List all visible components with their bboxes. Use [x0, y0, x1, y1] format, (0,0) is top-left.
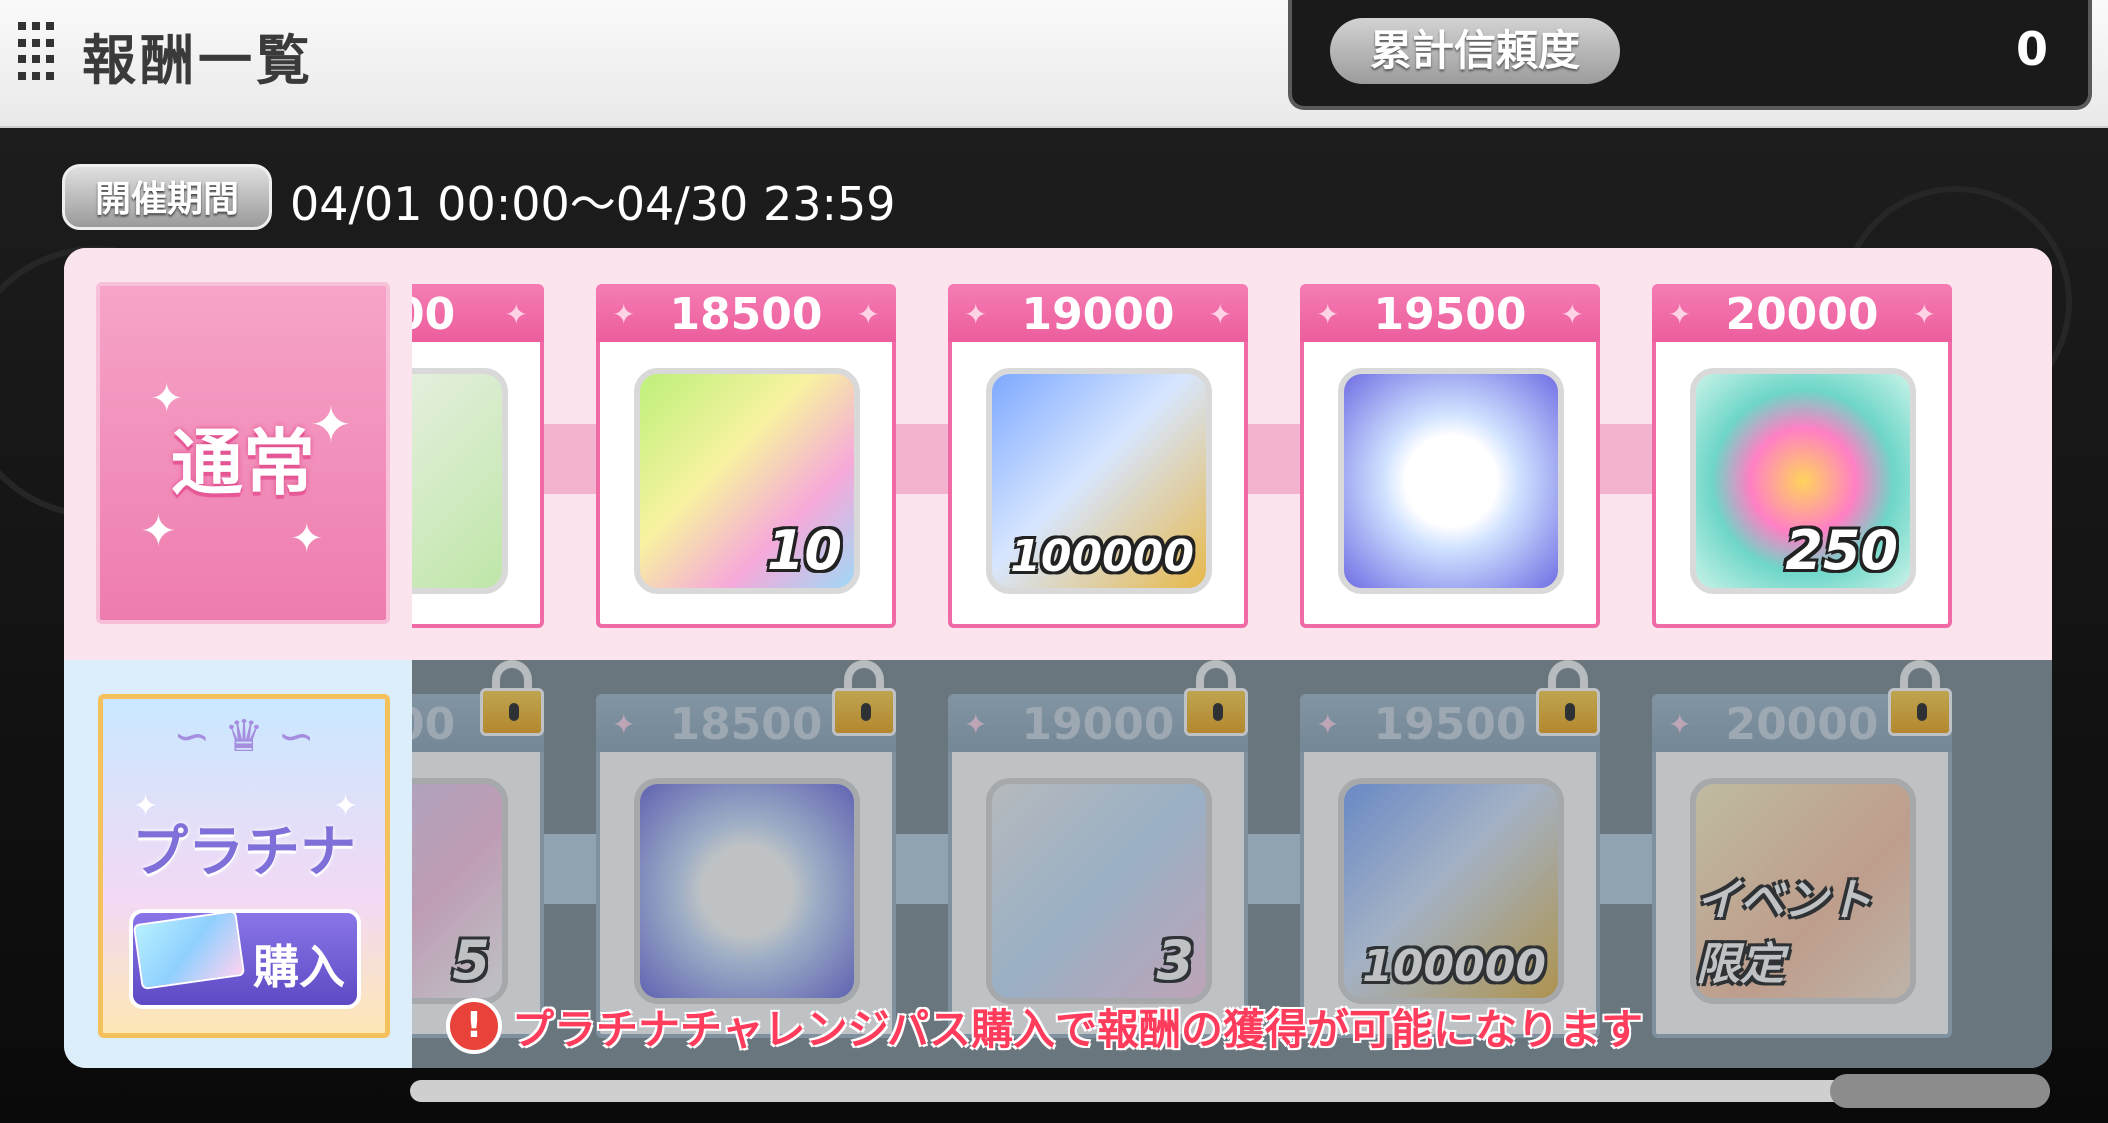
sparkle-icon: ✦ — [612, 708, 636, 741]
star-charm-icon: 5 — [412, 778, 508, 1004]
sparkle-icon: ✦ — [290, 516, 324, 562]
header-bar: 報酬一覧 累計信頼度 0 — [0, 0, 2108, 128]
reward-points-value: 19500 — [1373, 699, 1527, 750]
sparkle-icon: ✦ — [856, 298, 880, 331]
reward-points-value: 18500 — [669, 699, 823, 750]
sparkle-icon: ✦ — [1668, 708, 1692, 741]
idol-card-icon — [412, 368, 508, 594]
sparkle-icon: ✦ — [1316, 708, 1340, 741]
buy-button-label: 購入 — [253, 940, 345, 994]
scroll-thumb[interactable] — [1830, 1074, 2050, 1108]
money-coins-icon: 100000 — [1338, 778, 1564, 1004]
connector-bar — [540, 424, 596, 494]
period-value: 04/01 00:00〜04/30 23:59 — [290, 177, 896, 231]
sparkle-icon: ✦ — [140, 506, 177, 557]
reward-quantity: イベント限定 — [1696, 875, 1872, 990]
warning-icon: ! — [446, 998, 502, 1054]
reward-quantity: 5 — [452, 929, 490, 992]
reward-card[interactable]: ✦ 20000 ✦ 250 — [1652, 284, 1952, 628]
platinum-notice: ! プラチナチャレンジパス購入で報酬の獲得が可能になります — [446, 996, 1643, 1056]
reward-card[interactable]: ✦19500✦100000 — [1300, 694, 1600, 1038]
reward-card[interactable]: ✦20000✦イベント限定 — [1652, 694, 1952, 1038]
reward-card[interactable]: ✦8000✦ — [412, 284, 544, 628]
reward-quantity: 250 — [1785, 519, 1898, 582]
lock-icon — [1184, 660, 1248, 736]
trust-label: 累計信頼度 — [1330, 18, 1620, 84]
reward-card[interactable]: ✦19000✦3 — [948, 694, 1248, 1038]
reward-card[interactable]: ✦ 19500 ✦ — [1300, 284, 1600, 628]
reward-card[interactable]: ✦ 18500 ✦ 10 — [596, 284, 896, 628]
fabric-roll-icon: 10 — [634, 368, 860, 594]
reward-points: ✦ 19500 ✦ — [1300, 284, 1600, 342]
sparkle-icon: ✦ — [612, 298, 636, 331]
reward-points-value: 19000 — [1021, 289, 1175, 340]
pass-ticket-icon — [132, 910, 246, 990]
necklace-icon: 3 — [986, 778, 1212, 1004]
reward-card[interactable]: ✦8000✦5 — [412, 694, 544, 1038]
reward-points: ✦ 19000 ✦ — [948, 284, 1248, 342]
period-label: 開催期間 — [62, 164, 272, 230]
sparkle-icon: ✦ — [1912, 298, 1936, 331]
lock-icon — [480, 660, 544, 736]
reward-points: ✦ 20000 ✦ — [1652, 284, 1952, 342]
connector-bar — [540, 834, 596, 904]
event-scout-ticket-icon: イベント限定 — [1690, 778, 1916, 1004]
trust-value: 0 — [2015, 22, 2048, 76]
connector-bar — [892, 424, 948, 494]
reward-points-value: 20000 — [1725, 289, 1879, 340]
reward-track[interactable]: ✦ 8000 ✦ ✦ 18500 ✦ 10 ✦ 19000 ✦ 100000 ✦ 19500 ✦ ✦ 2000… — [412, 248, 2052, 1068]
connector-bar — [892, 834, 948, 904]
normal-tab[interactable]: ✦ ✦ ✦ ✦ 通常 — [96, 282, 390, 624]
reward-points-value: 19000 — [1021, 699, 1175, 750]
sparkle-icon: ✦ — [504, 298, 528, 331]
connector-bar — [1244, 424, 1300, 494]
connector-bar — [1596, 834, 1652, 904]
platinum-tab-label: プラチナ — [132, 820, 356, 885]
sparkle-icon: ✦ — [1316, 298, 1340, 331]
reward-points-value: 8000 — [412, 699, 456, 750]
reward-quantity: 100000 — [1010, 531, 1194, 582]
buy-pass-button[interactable]: 購入 — [129, 909, 361, 1009]
reward-points-value: 18500 — [669, 289, 823, 340]
money-coins-icon: 100000 — [986, 368, 1212, 594]
stopwatch-icon — [1338, 368, 1564, 594]
connector-bar — [1244, 834, 1300, 904]
reward-points-value: 20000 — [1725, 699, 1879, 750]
notice-text: プラチナチャレンジパス購入で報酬の獲得が可能になります — [512, 1004, 1644, 1054]
reward-points: ✦ 18500 ✦ — [596, 284, 896, 342]
reward-card[interactable]: ✦18500✦ — [596, 694, 896, 1038]
lock-icon — [832, 660, 896, 736]
sparkle-icon: ✦ — [964, 298, 988, 331]
reward-quantity: 3 — [1156, 929, 1194, 992]
page-title: 報酬一覧 — [82, 29, 314, 92]
star-jewel-icon: 250 — [1690, 368, 1916, 594]
reward-points-value: 19500 — [1373, 289, 1527, 340]
reward-quantity: 10 — [766, 519, 842, 582]
stopwatch-icon — [634, 778, 860, 1004]
reward-panel: ✦ ✦ ✦ ✦ 通常 ∽ ♛ ∽ ✦ ✦ プラチナ 購入 ✦ 8000 ✦ ✦ 1850… — [64, 248, 2052, 1068]
sparkle-icon: ✦ — [1208, 298, 1232, 331]
normal-tab-label: 通常 — [170, 421, 315, 505]
sparkle-icon: ✦ — [1668, 298, 1692, 331]
lock-icon — [1536, 660, 1600, 736]
lock-icon — [1888, 660, 1952, 736]
grid-menu-icon[interactable] — [18, 22, 58, 82]
trust-panel: 累計信頼度 0 — [1288, 0, 2092, 110]
reward-points-value: 8000 — [412, 289, 456, 340]
reward-points: ✦8000✦ — [412, 284, 544, 342]
connector-bar — [1596, 424, 1652, 494]
reward-quantity: 100000 — [1362, 941, 1546, 992]
horizontal-scrollbar[interactable] — [410, 1074, 2050, 1108]
sparkle-icon: ✦ — [1560, 298, 1584, 331]
platinum-tab[interactable]: ∽ ♛ ∽ ✦ ✦ プラチナ 購入 — [98, 694, 390, 1038]
sparkle-icon: ✦ — [964, 708, 988, 741]
reward-card[interactable]: ✦ 19000 ✦ 100000 — [948, 284, 1248, 628]
crown-icon: ∽ ♛ ∽ — [173, 711, 315, 762]
